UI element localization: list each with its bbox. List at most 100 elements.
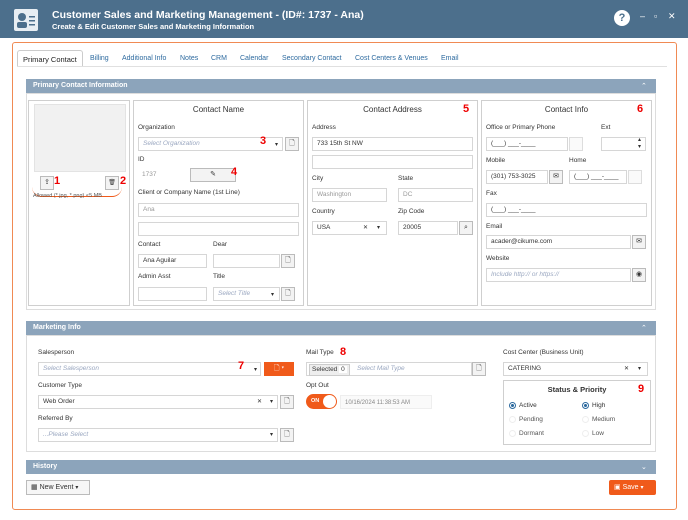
organization-dropdown-icon[interactable]: ▾ xyxy=(275,141,278,148)
salesperson-add-button[interactable]: 🗋 ▾ xyxy=(264,362,294,376)
priority-medium-radio[interactable] xyxy=(582,416,589,423)
tab-primary-contact[interactable]: Primary Contact xyxy=(17,50,83,67)
mail-selected-text: Selected xyxy=(312,366,338,373)
country-clear-icon[interactable]: ✕ xyxy=(363,224,368,231)
status-pending-radio[interactable] xyxy=(509,416,516,423)
city-input[interactable]: Washington xyxy=(312,188,387,202)
organization-edit-button[interactable]: 🗋 xyxy=(285,137,299,151)
ext-spinner-icon[interactable]: ▴ ▾ xyxy=(638,137,641,151)
save-dropdown-icon[interactable]: ▾ xyxy=(641,485,644,491)
address-label: Address xyxy=(312,124,336,131)
search-icon: ⌕ xyxy=(464,224,468,231)
send-email-button[interactable]: ✉ xyxy=(632,235,646,249)
contact-address-title: Contact Address xyxy=(363,105,422,114)
priority-high-radio[interactable] xyxy=(582,402,589,409)
salesperson-dropdown-icon[interactable]: ▾ xyxy=(254,366,257,373)
contact-input[interactable]: Ana Aguilar xyxy=(138,254,207,268)
office-phone-input[interactable]: (___) ___-____ xyxy=(486,137,568,151)
primary-section-header[interactable]: Primary Contact Information xyxy=(26,79,656,93)
callout-9: 9 xyxy=(638,383,645,395)
admin-asst-input[interactable] xyxy=(138,287,207,301)
close-button[interactable]: ✕ xyxy=(668,12,676,21)
mail-type-placeholder: Select Mail Type xyxy=(357,365,405,372)
status-dormant-radio[interactable] xyxy=(509,430,516,437)
cost-center-label: Cost Center (Business Unit) xyxy=(503,349,584,356)
office-phone-action[interactable] xyxy=(569,137,583,151)
toggle-on-label: ON xyxy=(311,398,320,404)
referred-by-dropdown-icon[interactable]: ▾ xyxy=(270,431,273,438)
tab-secondary-contact[interactable]: Secondary Contact xyxy=(282,55,342,62)
edit-id-button[interactable]: ✎ xyxy=(190,168,236,182)
collapse-primary-icon[interactable]: ⌃ xyxy=(641,82,647,90)
zip-search-button[interactable]: ⌕ xyxy=(459,221,473,235)
sms-icon: ✉ xyxy=(553,173,559,180)
customer-type-select[interactable]: Web Order xyxy=(38,395,278,409)
state-label: State xyxy=(398,175,414,182)
customer-type-clear-icon[interactable]: ✕ xyxy=(257,398,262,405)
tab-email[interactable]: Email xyxy=(441,55,459,62)
referred-by-select[interactable]: ...Please Select xyxy=(38,428,278,442)
callout-5: 5 xyxy=(463,103,470,115)
callout-2: 2 xyxy=(120,175,127,187)
salesperson-select[interactable]: Select Salesperson xyxy=(38,362,261,376)
country-select[interactable]: USA xyxy=(312,221,387,235)
tab-notes[interactable]: Notes xyxy=(180,55,198,62)
title-dropdown-icon[interactable]: ▾ xyxy=(271,291,274,298)
save-button[interactable]: ▣ Save ▾ xyxy=(609,480,656,495)
new-event-dropdown-icon[interactable]: ▾ xyxy=(75,485,78,491)
expand-history-icon[interactable]: ⌄ xyxy=(641,463,647,471)
history-section-title: History xyxy=(33,463,58,470)
company-name-line2-input[interactable] xyxy=(138,222,299,236)
referred-by-edit-button[interactable]: 🗋 xyxy=(280,428,294,442)
home-phone-action[interactable] xyxy=(628,170,642,184)
tab-cost-centers[interactable]: Cost Centers & Venues xyxy=(355,55,428,62)
callout-4: 4 xyxy=(231,166,238,178)
email-label: Email xyxy=(486,223,503,230)
new-event-button[interactable]: ▦ New Event ▾ xyxy=(26,480,90,495)
opt-out-date: 10/16/2024 11:38:53 AM xyxy=(340,395,432,409)
zip-label: Zip Code xyxy=(398,208,425,215)
customer-type-edit-button[interactable]: 🗋 xyxy=(280,395,294,409)
dear-input[interactable] xyxy=(213,254,280,268)
dear-template-button[interactable]: 🗋 xyxy=(281,254,295,268)
maximize-button[interactable]: ▫ xyxy=(654,12,657,21)
collapse-marketing-icon[interactable]: ⌃ xyxy=(641,324,647,332)
zip-input[interactable]: 20005 xyxy=(398,221,458,235)
minimize-button[interactable]: – xyxy=(640,12,645,21)
tab-crm[interactable]: CRM xyxy=(211,55,227,62)
mail-type-edit-button[interactable]: 🗋 xyxy=(472,362,486,376)
priority-low-radio[interactable] xyxy=(582,430,589,437)
history-section-header[interactable]: History xyxy=(26,460,656,474)
website-input[interactable]: Include http:// or https:// xyxy=(486,268,631,282)
address-line1-input[interactable]: 733 15th St NW xyxy=(312,137,473,151)
customer-type-dropdown-icon[interactable]: ▾ xyxy=(270,398,273,405)
mail-type-selected-count: Selected 0 xyxy=(309,364,350,376)
home-phone-input[interactable]: (___) ___-____ xyxy=(569,170,627,184)
state-input[interactable]: DC xyxy=(398,188,473,202)
admin-asst-label: Admin Asst xyxy=(138,273,171,280)
globe-icon: ◉ xyxy=(635,271,643,278)
sms-button[interactable]: ✉ xyxy=(549,170,563,184)
company-label: Client or Company Name (1st Line) xyxy=(138,189,240,196)
marketing-section-title: Marketing Info xyxy=(33,324,81,331)
open-website-button[interactable]: ◉ xyxy=(632,268,646,282)
email-input[interactable]: acader@cikume.com xyxy=(486,235,631,249)
title-edit-button[interactable]: 🗋 xyxy=(281,287,295,301)
company-name-input[interactable]: Ana xyxy=(138,203,299,217)
marketing-section-header[interactable]: Marketing Info xyxy=(26,321,656,335)
mobile-input[interactable]: (301) 753-3025 xyxy=(486,170,548,184)
status-active-radio[interactable] xyxy=(509,402,516,409)
country-dropdown-icon[interactable]: ▾ xyxy=(377,224,380,231)
address-line2-input[interactable] xyxy=(312,155,473,169)
opt-out-toggle[interactable]: ON xyxy=(306,394,337,409)
help-icon[interactable]: ? xyxy=(614,10,630,26)
cost-center-clear-icon[interactable]: ✕ xyxy=(624,365,629,372)
calendar-icon: ▦ xyxy=(31,484,38,491)
title-select[interactable]: Select Title xyxy=(213,287,280,301)
tab-calendar[interactable]: Calendar xyxy=(240,55,268,62)
cost-center-dropdown-icon[interactable]: ▾ xyxy=(638,365,641,372)
mobile-label: Mobile xyxy=(486,157,506,164)
tab-billing[interactable]: Billing xyxy=(90,55,109,62)
fax-input[interactable]: (___) ___-____ xyxy=(486,203,647,217)
tab-additional-info[interactable]: Additional Info xyxy=(122,55,166,62)
